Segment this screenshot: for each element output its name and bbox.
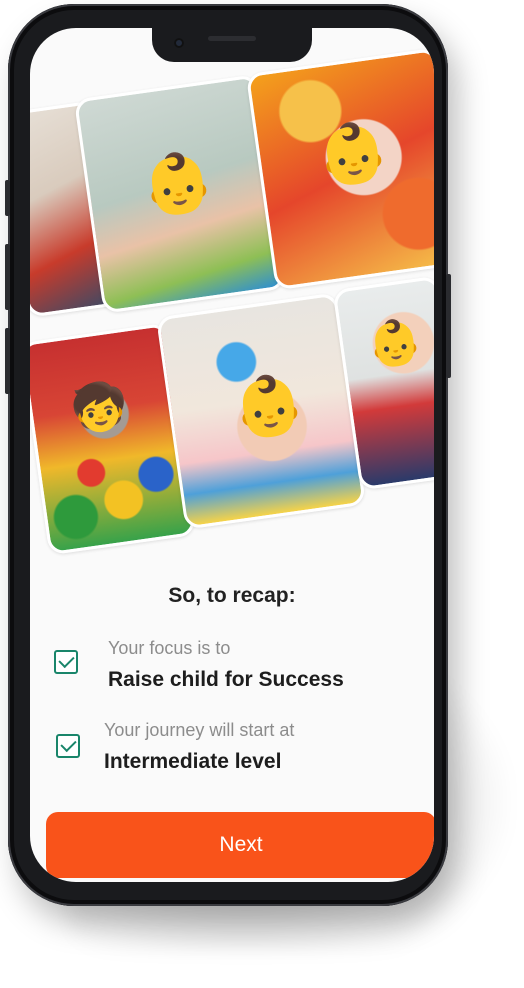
baby-face-icon: 👶 xyxy=(227,367,309,445)
baby-face-icon: 👶 xyxy=(364,314,426,373)
photo-collage: 👶 👶 🧒 👶 👶 xyxy=(30,36,434,556)
recap-heading: So, to recap: xyxy=(168,584,296,607)
focus-label: Your focus is to xyxy=(108,638,231,658)
mute-switch xyxy=(5,180,10,216)
phone-frame: 👶 👶 🧒 👶 👶 So, to recap: Your focus is to… xyxy=(5,4,451,906)
front-camera-icon xyxy=(174,38,184,48)
journey-value: Intermediate level xyxy=(104,750,282,773)
next-button[interactable]: Next xyxy=(46,812,434,878)
app-screen: 👶 👶 🧒 👶 👶 So, to recap: Your focus is to… xyxy=(30,28,434,882)
child-icon: 🧒 xyxy=(66,376,132,438)
baby-on-playmat-photo: 👶 xyxy=(155,292,367,530)
baby-face-icon: 👶 xyxy=(137,144,219,222)
volume-up-button xyxy=(5,244,10,310)
baby-face-icon: 👶 xyxy=(312,114,394,192)
focus-value: Raise child for Success xyxy=(108,668,344,691)
power-button xyxy=(446,274,451,378)
notch xyxy=(152,28,312,62)
journey-label: Your journey will start at xyxy=(104,720,295,740)
volume-down-button xyxy=(5,328,10,394)
child-in-ball-pit-photo: 👶 xyxy=(245,47,434,291)
speaker-grille xyxy=(208,36,256,41)
journey-checkbox-icon[interactable] xyxy=(56,734,80,758)
focus-checkbox-icon[interactable] xyxy=(54,650,78,674)
